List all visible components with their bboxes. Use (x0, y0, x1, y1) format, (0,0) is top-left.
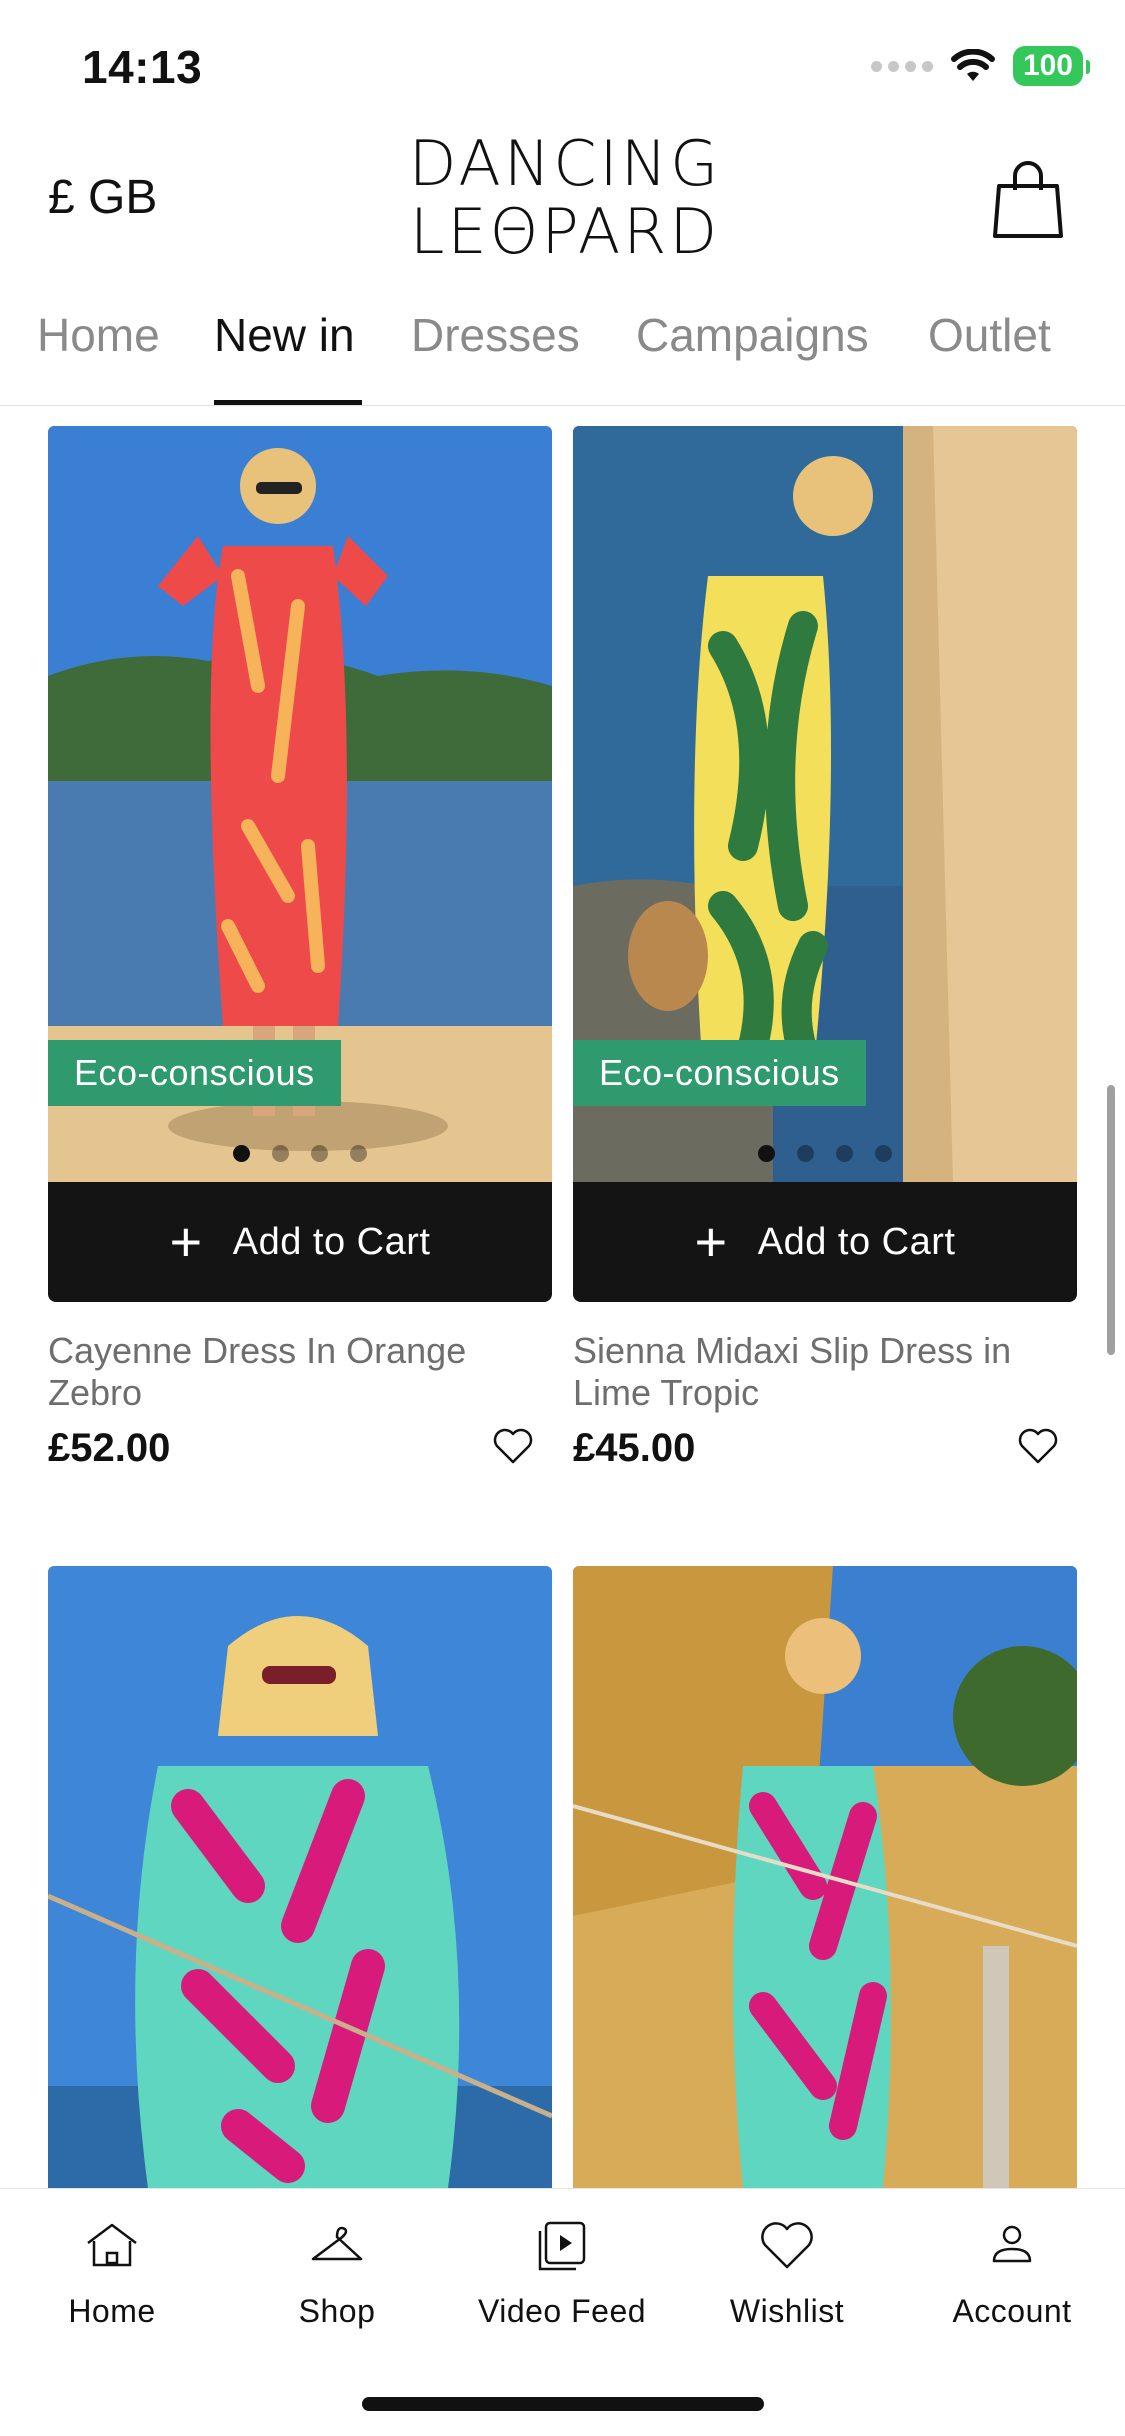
home-icon (87, 2223, 137, 2267)
carousel-dot[interactable] (272, 1145, 289, 1162)
person-icon (992, 2225, 1032, 2263)
product-price: £52.00 (48, 1426, 171, 1470)
image-carousel-dots[interactable] (48, 1145, 552, 1162)
logo-line-2: LEΘPARD (409, 195, 721, 268)
eco-conscious-badge: Eco-conscious (48, 1040, 341, 1106)
home-indicator[interactable] (362, 2397, 764, 2411)
plus-icon: + (694, 1210, 728, 1273)
category-tabs: Home New in Dresses Campaigns Outlet (0, 280, 1125, 406)
wifi-icon (950, 49, 995, 81)
product-image[interactable]: Eco-conscious (48, 426, 552, 1182)
image-carousel-dots[interactable] (573, 1145, 1077, 1162)
add-to-cart-button[interactable]: + Add to Cart (573, 1182, 1077, 1302)
tab-home[interactable]: Home (37, 308, 160, 362)
eco-conscious-badge: Eco-conscious (573, 1040, 866, 1106)
hanger-icon (311, 2226, 363, 2261)
scrollbar[interactable] (1107, 1085, 1115, 1355)
wishlist-heart-icon[interactable] (1017, 1426, 1059, 1466)
status-icons: 100 (870, 46, 1091, 86)
carousel-dot[interactable] (836, 1145, 853, 1162)
brand-logo[interactable]: DANCING LEΘPARD (400, 130, 730, 266)
nav-video-feed[interactable]: Video Feed (462, 2215, 662, 2330)
product-image[interactable] (573, 1566, 1077, 2188)
nav-shop-label: Shop (298, 2293, 376, 2329)
product-image[interactable] (48, 1566, 552, 2188)
carousel-dot[interactable] (311, 1145, 328, 1162)
status-time: 14:13 (82, 41, 203, 93)
product-name[interactable]: Sienna Midaxi Slip Dress in Lime Tropic (573, 1330, 1043, 1414)
logo-line-1: DANCING (408, 127, 722, 200)
nav-home-label: Home (68, 2293, 156, 2329)
product-photo (48, 1566, 552, 2188)
shopping-bag-icon[interactable] (993, 160, 1063, 240)
add-to-cart-button[interactable]: + Add to Cart (48, 1182, 552, 1302)
product-image[interactable]: Eco-conscious (573, 426, 1077, 1182)
video-feed-icon (538, 2221, 586, 2271)
add-to-cart-label: Add to Cart (232, 1220, 431, 1263)
app-header: £ GB DANCING LEΘPARD (0, 130, 1125, 280)
tab-outlet[interactable]: Outlet (928, 308, 1051, 362)
tab-campaigns[interactable]: Campaigns (636, 308, 869, 362)
nav-account[interactable]: Account (912, 2215, 1112, 2330)
carousel-dot[interactable] (875, 1145, 892, 1162)
nav-account-label: Account (952, 2293, 1072, 2329)
heart-icon (761, 2222, 813, 2269)
active-tab-indicator (214, 400, 362, 405)
add-to-cart-label: Add to Cart (757, 1220, 956, 1263)
tab-new-in[interactable]: New in (214, 308, 355, 362)
nav-video-feed-label: Video Feed (477, 2293, 647, 2329)
nav-wishlist-label: Wishlist (729, 2293, 845, 2329)
carousel-dot[interactable] (758, 1145, 775, 1162)
nav-wishlist[interactable]: Wishlist (687, 2215, 887, 2330)
status-bar: 14:13 100 (0, 0, 1125, 130)
product-price: £45.00 (573, 1426, 696, 1470)
tab-dresses[interactable]: Dresses (411, 308, 580, 362)
product-name[interactable]: Cayenne Dress In Orange Zebro (48, 1330, 518, 1414)
carousel-dot[interactable] (233, 1145, 250, 1162)
carousel-dot[interactable] (350, 1145, 367, 1162)
battery-indicator: 100 (1012, 46, 1091, 86)
nav-shop[interactable]: Shop (237, 2215, 437, 2330)
currency-selector[interactable]: £ GB (48, 170, 157, 225)
wishlist-heart-icon[interactable] (492, 1426, 534, 1466)
nav-home[interactable]: Home (12, 2215, 212, 2330)
product-photo (573, 1566, 1077, 2188)
cellular-signal-icon (870, 60, 933, 72)
carousel-dot[interactable] (797, 1145, 814, 1162)
plus-icon: + (169, 1210, 203, 1273)
